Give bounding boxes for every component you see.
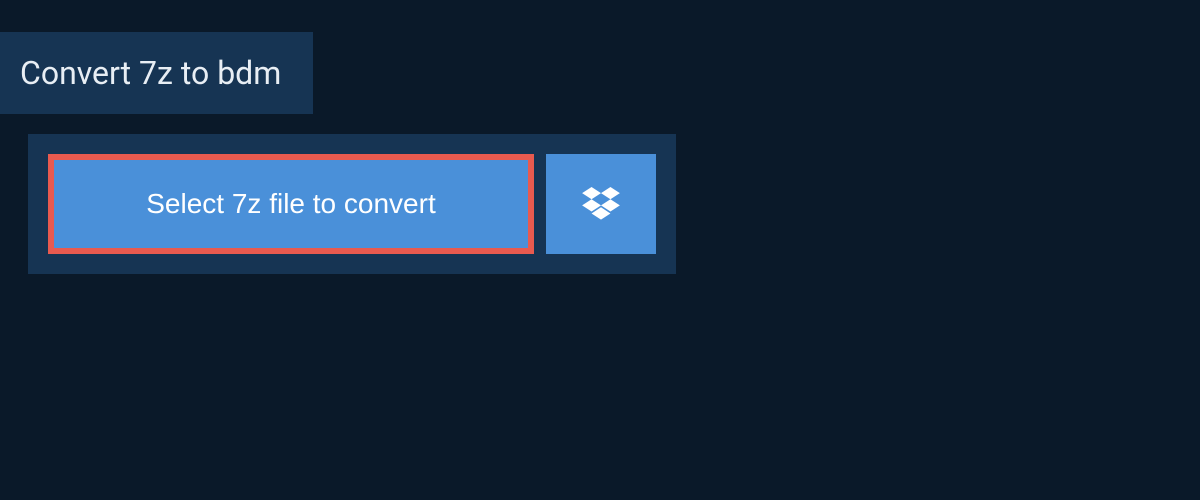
dropbox-button[interactable]: [546, 154, 656, 254]
select-file-button[interactable]: Select 7z file to convert: [48, 154, 534, 254]
upload-panel: Select 7z file to convert: [28, 134, 676, 274]
header-tab: Convert 7z to bdm: [0, 32, 313, 114]
dropbox-icon: [582, 187, 620, 221]
page-title: Convert 7z to bdm: [20, 54, 281, 92]
select-file-label: Select 7z file to convert: [146, 188, 435, 220]
